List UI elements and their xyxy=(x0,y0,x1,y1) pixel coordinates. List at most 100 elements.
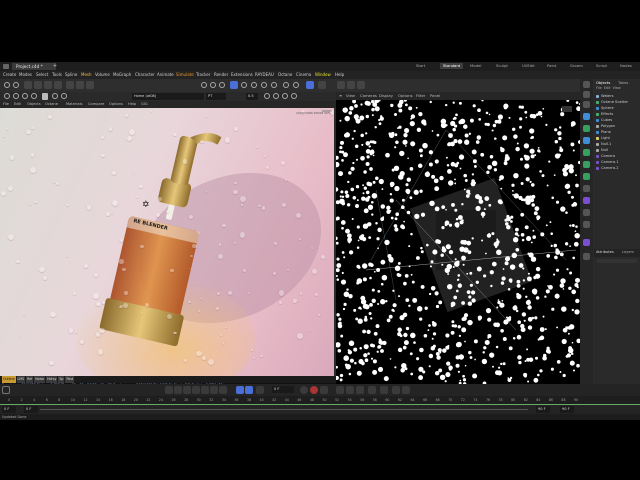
auto-key-icon[interactable] xyxy=(256,386,264,394)
cube-icon[interactable] xyxy=(241,82,247,88)
side-scale-icon[interactable] xyxy=(583,91,590,98)
render-menu-gpu[interactable]: GIG xyxy=(141,101,148,108)
side-snap-icon[interactable] xyxy=(583,253,590,260)
menu-mesh[interactable]: Mesh xyxy=(81,72,92,78)
range-slider[interactable] xyxy=(40,409,528,410)
tab-attributes[interactable]: Attributes xyxy=(596,250,614,254)
start-frame-field[interactable]: 0 F xyxy=(2,406,16,413)
side-sphere-icon[interactable] xyxy=(583,113,590,120)
layout-tab-sculpt[interactable]: Sculpt xyxy=(496,63,508,69)
om-menu-view[interactable]: View xyxy=(613,86,621,90)
redo-icon[interactable] xyxy=(13,82,19,88)
preview-end-field[interactable]: 90 F xyxy=(536,406,550,413)
menu-character[interactable]: Character xyxy=(135,72,155,78)
subdivision-icon[interactable] xyxy=(261,82,267,88)
timeline-mode-icon[interactable] xyxy=(2,386,10,394)
app-menu-icon[interactable] xyxy=(3,64,9,69)
layout-tab-model[interactable]: Model xyxy=(470,63,481,69)
key-rot-icon[interactable] xyxy=(346,386,354,394)
menu-window[interactable]: Window xyxy=(315,72,331,78)
editor-viewport[interactable]: ≡ View Cameras Display Options Filter Pa… xyxy=(336,92,580,384)
add-tab-icon[interactable]: + xyxy=(52,63,58,70)
axis-y-icon[interactable] xyxy=(76,81,84,89)
render-menu-objects[interactable]: Objects xyxy=(27,101,41,108)
view-menu-icon[interactable]: ≡ xyxy=(339,92,342,100)
settings-icon[interactable] xyxy=(291,93,297,99)
rotate-icon[interactable] xyxy=(54,81,62,89)
menu-simulate[interactable]: Simulate xyxy=(176,72,194,78)
om-menu-edit[interactable]: Edit xyxy=(604,86,611,90)
sync-icon[interactable] xyxy=(13,93,19,99)
timeline-opt2-icon[interactable] xyxy=(392,386,400,394)
menu-animate[interactable]: Animate xyxy=(157,72,174,78)
end-frame-field[interactable]: 90 F xyxy=(560,406,574,413)
side-scene-icon[interactable] xyxy=(583,209,590,216)
undo-icon[interactable] xyxy=(4,82,10,88)
side-tag-icon[interactable] xyxy=(583,239,590,246)
pen-icon[interactable] xyxy=(251,82,257,88)
vp-menu-cameras[interactable]: Cameras xyxy=(360,92,377,100)
deformer-icon[interactable] xyxy=(271,82,277,88)
render-menu-help[interactable]: Help xyxy=(128,101,136,108)
octane-render-viewport[interactable]: ✡ RE BLENDER 1920*1080 ZOOM 30% xyxy=(0,108,334,376)
render-menu-options[interactable]: Options xyxy=(109,101,123,108)
render-menu-compare[interactable]: Compare xyxy=(88,101,104,108)
timeline-opt1-icon[interactable] xyxy=(380,386,388,394)
side-generator-icon[interactable] xyxy=(583,149,590,156)
timeline-ruler[interactable]: 0 2 4 6 8 10 12 14 16 18 20 22 24 26 28 30 32 34 36 38 40 42 4… xyxy=(0,396,640,404)
vp-menu-options[interactable]: Options xyxy=(398,92,413,100)
workplane-icon[interactable] xyxy=(318,81,326,89)
menu-create[interactable]: Create xyxy=(3,72,16,78)
scale-icon[interactable] xyxy=(44,81,52,89)
vp-menu-filter[interactable]: Filter xyxy=(416,92,425,100)
side-field-icon[interactable] xyxy=(583,173,590,180)
menu-tracker[interactable]: Tracker xyxy=(196,72,210,78)
key-param-icon[interactable] xyxy=(356,386,364,394)
render-menu-file[interactable]: File xyxy=(3,101,9,108)
exposure-field[interactable]: 0.5 xyxy=(246,93,258,100)
play-icon[interactable] xyxy=(192,386,200,394)
current-frame-field[interactable]: 0 F xyxy=(272,386,294,393)
tab-layers[interactable]: Layers xyxy=(622,250,634,254)
key-scale-icon[interactable] xyxy=(336,386,344,394)
menu-octane2[interactable]: Cinema xyxy=(296,72,311,78)
layout-tab-groom[interactable]: Groom xyxy=(570,63,583,69)
live-select-icon[interactable] xyxy=(24,81,32,89)
camera-icon[interactable] xyxy=(293,82,299,88)
render-menu-edit[interactable]: Edit xyxy=(14,101,21,108)
prev-key-icon[interactable] xyxy=(174,386,182,394)
key-pla-icon[interactable] xyxy=(368,386,376,394)
object-item-camera2[interactable]: Camera.2 xyxy=(596,165,640,171)
om-menu-file[interactable]: File xyxy=(596,86,602,90)
menu-mograph[interactable]: MoGraph xyxy=(113,72,131,78)
region-icon[interactable] xyxy=(61,93,67,99)
side-move-icon[interactable] xyxy=(583,81,590,88)
side-material-icon[interactable] xyxy=(583,221,590,228)
vp-menu-panel[interactable]: Panel xyxy=(430,92,440,100)
render-view-icon[interactable] xyxy=(201,82,207,88)
layout-tab-paint[interactable]: Paint xyxy=(547,63,556,69)
info-icon[interactable] xyxy=(282,93,288,99)
layout-tab-start[interactable]: Start xyxy=(416,63,425,69)
pt-select[interactable]: PT xyxy=(206,93,226,100)
preview-start-field[interactable]: 0 F xyxy=(24,406,38,413)
layout-tab-nodes[interactable]: Nodes xyxy=(620,63,632,69)
menu-help[interactable]: Help xyxy=(335,72,344,78)
polygons-mode-icon[interactable] xyxy=(357,81,365,89)
channel-icon[interactable] xyxy=(52,93,58,99)
go-start-icon[interactable] xyxy=(165,386,173,394)
next-frame-icon[interactable] xyxy=(201,386,209,394)
render-menu-materials[interactable]: Materials xyxy=(66,101,82,108)
record-active-icon[interactable] xyxy=(310,386,318,394)
vp-menu-display[interactable]: Display xyxy=(379,92,393,100)
side-light-icon[interactable] xyxy=(583,185,590,192)
layout-tab-script[interactable]: Script xyxy=(596,63,607,69)
vp-menu-view[interactable]: View xyxy=(346,92,355,100)
points-mode-icon[interactable] xyxy=(337,81,345,89)
lock-icon[interactable] xyxy=(42,93,48,100)
render-active-icon[interactable] xyxy=(210,82,216,88)
pick-icon[interactable] xyxy=(264,93,270,99)
layout-tab-uvedit[interactable]: UVEdit xyxy=(522,63,535,69)
side-cube-icon[interactable] xyxy=(583,137,590,144)
light-icon[interactable] xyxy=(283,82,289,88)
